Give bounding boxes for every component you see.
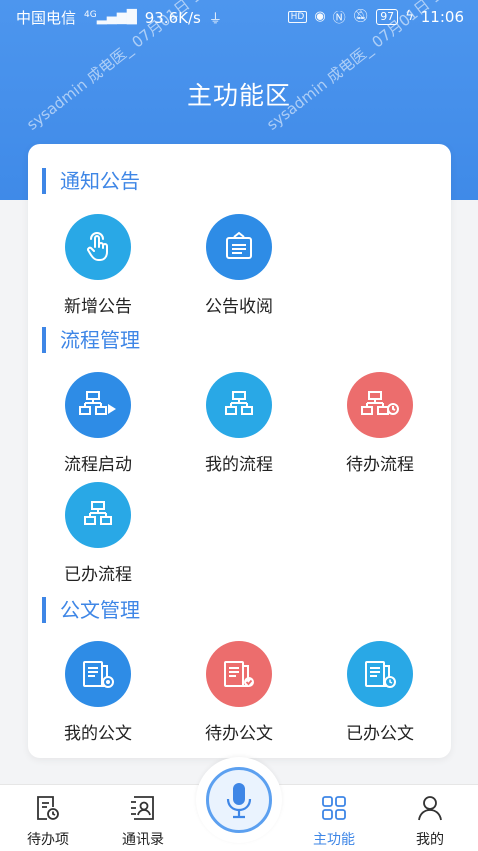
tile-label: 已办公文 [346,724,414,744]
hd-icon: HD [287,10,308,23]
done-document-icon [347,641,413,707]
tile-label: 流程启动 [64,455,132,475]
battery-icon: 97 [376,8,399,25]
carrier-name: 中国电信 [16,9,77,27]
tile-label: 我的流程 [205,455,273,475]
tile-label: 我的公文 [64,724,132,744]
tile-label: 公告收阅 [205,297,273,317]
tile-process-start[interactable]: 流程启动 [28,372,168,475]
eye-icon: ◉ [314,9,326,24]
pending-document-icon [206,641,272,707]
voice-button[interactable] [196,757,282,843]
grid-icon [289,793,379,827]
section-title-notice: 通知公告 [42,168,140,194]
tap-icon [65,214,131,280]
nav-label: 通讯录 [122,832,164,848]
status-bar: 中国电信 4G▂▄▆█ 93.6K/s ⏚ HD ◉ Ⓝ 🔕︎ 97 ϟ 11:… [0,0,478,34]
signal-icon: 4G▂▄▆█ [84,10,137,25]
nav-todo[interactable]: 待办项 [3,793,93,849]
nav-contacts[interactable]: 通讯录 [98,793,188,849]
notice-board-icon [206,214,272,280]
flow-done-icon [65,482,131,548]
clock: 11:06 [420,7,464,26]
tile-label: 已办流程 [64,565,132,585]
todo-icon [3,793,93,827]
network-speed: 93.6K/s [144,8,201,27]
tile-pending-documents[interactable]: 待办公文 [169,641,309,744]
microphone-icon [206,767,272,833]
nav-label: 待办项 [27,832,69,848]
flow-start-icon [65,372,131,438]
page-title: 主功能区 [186,81,291,110]
flow-icon [206,372,272,438]
nav-main-functions[interactable]: 主功能 [289,793,379,849]
nav-profile[interactable]: 我的 [385,793,475,849]
tile-done-process[interactable]: 已办流程 [28,482,168,585]
user-icon [385,793,475,827]
section-title-process: 流程管理 [42,327,140,353]
usb-icon: ⏚ [208,12,222,27]
tile-my-documents[interactable]: 我的公文 [28,641,168,744]
mute-icon: 🔕︎ [352,9,370,24]
section-title-documents: 公文管理 [42,597,140,623]
tile-add-notice[interactable]: 新增公告 [28,214,168,317]
nfc-icon: Ⓝ [332,11,346,26]
tile-pending-process[interactable]: 待办流程 [310,372,450,475]
flow-pending-icon [347,372,413,438]
function-card: 通知公告 新增公告 公告收阅 流程管理 流程启动 我的流程 待办流程 已办流程 … [28,144,451,758]
contacts-icon [98,793,188,827]
my-document-icon [65,641,131,707]
nav-label: 主功能 [313,832,355,848]
tile-my-process[interactable]: 我的流程 [169,372,309,475]
tile-label: 新增公告 [64,297,132,317]
charging-icon: ϟ [405,9,414,24]
nav-label: 我的 [416,832,444,848]
tile-label: 待办公文 [205,724,273,744]
tile-done-documents[interactable]: 已办公文 [310,641,450,744]
tile-label: 待办流程 [346,455,414,475]
tile-notice-inbox[interactable]: 公告收阅 [169,214,309,317]
